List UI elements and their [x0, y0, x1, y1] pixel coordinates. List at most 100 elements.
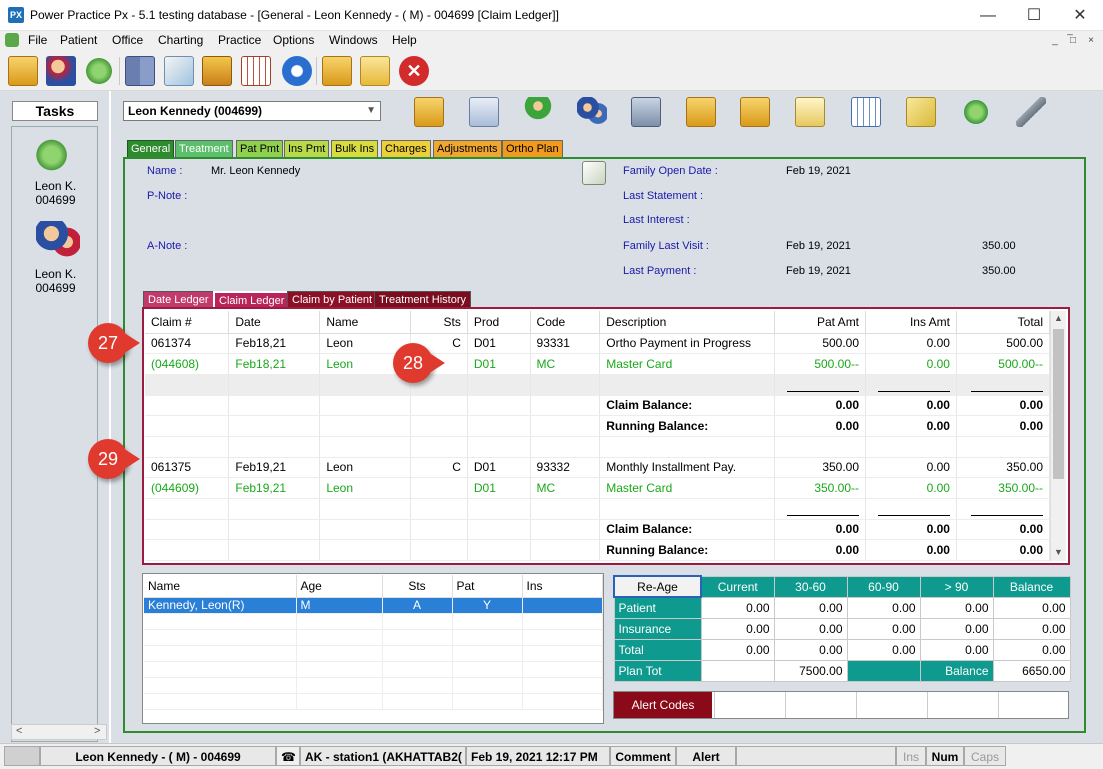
col-family-sts[interactable]: Sts	[382, 575, 453, 598]
mdi-restore-button[interactable]: ̅□	[1065, 34, 1081, 48]
mdi-close-button[interactable]: ×	[1083, 34, 1099, 48]
open-folder-icon[interactable]	[8, 56, 38, 86]
col-date[interactable]: Date	[228, 311, 321, 334]
folder-icon[interactable]	[360, 56, 390, 86]
calendar-icon[interactable]	[241, 56, 271, 86]
close-icon[interactable]: ✕	[399, 56, 429, 86]
table-row[interactable]: 061375 Feb19,21 Leon C D01 93332 Monthly Insta…	[145, 457, 1051, 479]
import-folder-icon[interactable]	[740, 97, 770, 127]
photo-id-icon[interactable]	[469, 97, 499, 127]
menu-help[interactable]: Help	[392, 33, 417, 47]
status-alert[interactable]: Alert	[676, 746, 736, 766]
family-row-selected[interactable]: Kennedy, Leon(R) M A Y	[144, 597, 603, 614]
scroll-down-icon[interactable]: ▼	[1054, 547, 1063, 557]
col-family-name[interactable]: Name	[144, 575, 297, 598]
patients-task-icon[interactable]	[36, 221, 80, 263]
tab-pat-pmt[interactable]: Pat Pmt	[236, 140, 284, 157]
cell: MC	[530, 477, 601, 499]
wrench-icon[interactable]	[1016, 97, 1046, 127]
alert-code-slot[interactable]	[998, 692, 1068, 718]
printer-icon[interactable]	[631, 97, 661, 127]
info-icon[interactable]	[282, 56, 312, 86]
tab-general[interactable]: General	[127, 140, 175, 157]
maximize-button[interactable]: ☐	[1011, 0, 1057, 31]
menu-practice[interactable]: Practice	[218, 33, 261, 47]
col-claim-number[interactable]: Claim #	[145, 311, 230, 334]
chevron-down-icon[interactable]: ▼	[366, 102, 376, 120]
col-ins-amt[interactable]: Ins Amt	[865, 311, 957, 334]
scroll-right-icon[interactable]: >	[94, 725, 100, 737]
close-window-button[interactable]: ✕	[1057, 0, 1103, 31]
refresh-task-icon[interactable]	[34, 135, 78, 175]
col-age[interactable]: Age	[296, 575, 383, 598]
table-row[interactable]: (044608) Feb18,21 Leon D01 MC Master Card 500.…	[145, 353, 1051, 375]
alert-code-slot[interactable]	[856, 692, 926, 718]
col-name[interactable]: Name	[319, 311, 412, 334]
menu-patient[interactable]: Patient	[60, 33, 97, 47]
copy-icon[interactable]	[322, 56, 352, 86]
open-folder-icon[interactable]	[414, 97, 444, 127]
alert-code-slot[interactable]	[785, 692, 855, 718]
aging-row-plan: Plan Tot 7500.00 Balance 6650.00	[613, 659, 1071, 682]
tab-treatment[interactable]: Treatment	[175, 140, 233, 157]
tab-treatment-history[interactable]: Treatment History	[374, 291, 472, 308]
tab-claim-by-patient[interactable]: Claim by Patient	[287, 291, 378, 308]
col-status[interactable]: Sts	[410, 311, 468, 334]
minimize-button[interactable]: —	[965, 0, 1011, 31]
tab-bulk-ins[interactable]: Bulk Ins	[331, 140, 379, 157]
family-icon[interactable]	[577, 97, 607, 127]
tab-adjustments[interactable]: Adjustments	[433, 140, 502, 157]
family-last-visit-date: Feb 19, 2021	[786, 240, 851, 252]
scroll-up-icon[interactable]: ▲	[1054, 313, 1063, 323]
book-icon[interactable]	[125, 56, 155, 86]
tab-ins-pmt[interactable]: Ins Pmt	[284, 140, 330, 157]
menu-windows[interactable]: Windows	[329, 33, 378, 47]
tasks-scrollbar[interactable]: < >	[11, 724, 107, 740]
pin-note-icon[interactable]	[906, 97, 936, 127]
alert-codes-button[interactable]: Alert Codes	[614, 692, 712, 718]
col-pat[interactable]: Pat	[452, 575, 523, 598]
menu-charting[interactable]: Charting	[158, 33, 203, 47]
patient-selector[interactable]: Leon Kennedy (004699) ▼	[123, 101, 381, 121]
folders-icon[interactable]	[686, 97, 716, 127]
ledger-scrollbar[interactable]: ▲ ▼	[1050, 311, 1066, 561]
toolbar-separator	[119, 57, 120, 85]
re-age-button[interactable]: Re-Age	[613, 575, 702, 598]
note-icon[interactable]	[582, 161, 606, 185]
scroll-thumb[interactable]	[1053, 329, 1064, 479]
tab-date-ledger[interactable]: Date Ledger	[143, 291, 214, 308]
underline	[877, 514, 950, 516]
tab-charges[interactable]: Charges	[381, 140, 431, 157]
mdi-minimize-button[interactable]: _	[1047, 34, 1063, 48]
table-row[interactable]: 061374 Feb18,21 Leon C D01 93331 Ortho Payment…	[145, 333, 1051, 355]
refresh-icon[interactable]	[84, 56, 114, 86]
table-row[interactable]: (044609) Feb19,21 Leon D01 MC Master Card 350.…	[145, 477, 1051, 499]
tab-ortho-plan[interactable]: Ortho Plan	[502, 140, 563, 157]
clipboard-icon[interactable]	[795, 97, 825, 127]
alert-code-slot[interactable]	[714, 692, 784, 718]
refresh-icon[interactable]	[961, 97, 991, 127]
col-code[interactable]: Code	[530, 311, 601, 334]
scroll-left-icon[interactable]: <	[16, 725, 22, 737]
alert-code-slot[interactable]	[927, 692, 997, 718]
person-icon[interactable]	[523, 97, 553, 127]
cell: Ortho Payment in Progress	[599, 333, 776, 355]
col-description[interactable]: Description	[599, 311, 776, 334]
cell: 350.00	[956, 457, 1051, 479]
status-comment[interactable]: Comment	[610, 746, 676, 766]
menu-office[interactable]: Office	[112, 33, 143, 47]
calendar-icon[interactable]	[851, 97, 881, 127]
chart-icon[interactable]	[164, 56, 194, 86]
col-total[interactable]: Total	[956, 311, 1051, 334]
menu-file[interactable]: File	[28, 33, 47, 47]
table-row	[145, 436, 1051, 458]
col-ins[interactable]: Ins	[522, 575, 603, 598]
status-station: AK - station1 (AKHATTAB2(	[300, 746, 466, 766]
col-prod[interactable]: Prod	[467, 311, 531, 334]
name-label: Name :	[147, 165, 183, 177]
gift-box-icon[interactable]	[202, 56, 232, 86]
menu-options[interactable]: Options	[273, 33, 314, 47]
patients-icon[interactable]	[46, 56, 76, 86]
tab-claim-ledger[interactable]: Claim Ledger	[213, 291, 291, 308]
col-pat-amt[interactable]: Pat Amt	[774, 311, 867, 334]
